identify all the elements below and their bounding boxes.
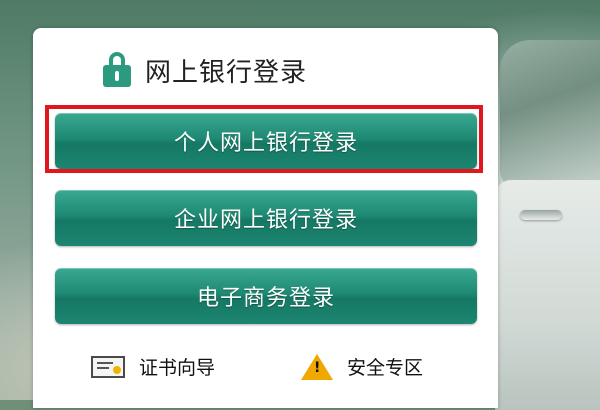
personal-banking-login-button[interactable]: 个人网上银行登录 bbox=[55, 113, 477, 169]
security-zone-link[interactable]: ! 安全专区 bbox=[301, 353, 423, 380]
panel-footer: 证书向导 ! 安全专区 bbox=[33, 353, 498, 383]
warning-icon: ! bbox=[301, 353, 333, 380]
enterprise-banking-login-label: 企业网上银行登录 bbox=[173, 208, 358, 233]
security-zone-label: 安全专区 bbox=[347, 357, 424, 379]
lock-icon bbox=[103, 52, 131, 88]
enterprise-banking-login-button[interactable]: 企业网上银行登录 bbox=[55, 190, 477, 246]
personal-banking-login-label: 个人网上银行登录 bbox=[173, 131, 358, 156]
certificate-guide-label: 证书向导 bbox=[139, 357, 216, 379]
certificate-icon bbox=[91, 355, 125, 378]
ecommerce-login-button[interactable]: 电子商务登录 bbox=[55, 268, 477, 324]
panel-header: 网上银行登录 bbox=[103, 50, 307, 90]
login-panel: 网上银行登录 个人网上银行登录 企业网上银行登录 电子商务登录 证书向导 ! 安… bbox=[33, 28, 498, 408]
panel-title: 网上银行登录 bbox=[145, 57, 308, 88]
background-car-window bbox=[500, 40, 600, 190]
background-car-handle bbox=[520, 210, 562, 220]
certificate-guide-link[interactable]: 证书向导 bbox=[91, 353, 215, 380]
ecommerce-login-label: 电子商务登录 bbox=[196, 286, 335, 311]
